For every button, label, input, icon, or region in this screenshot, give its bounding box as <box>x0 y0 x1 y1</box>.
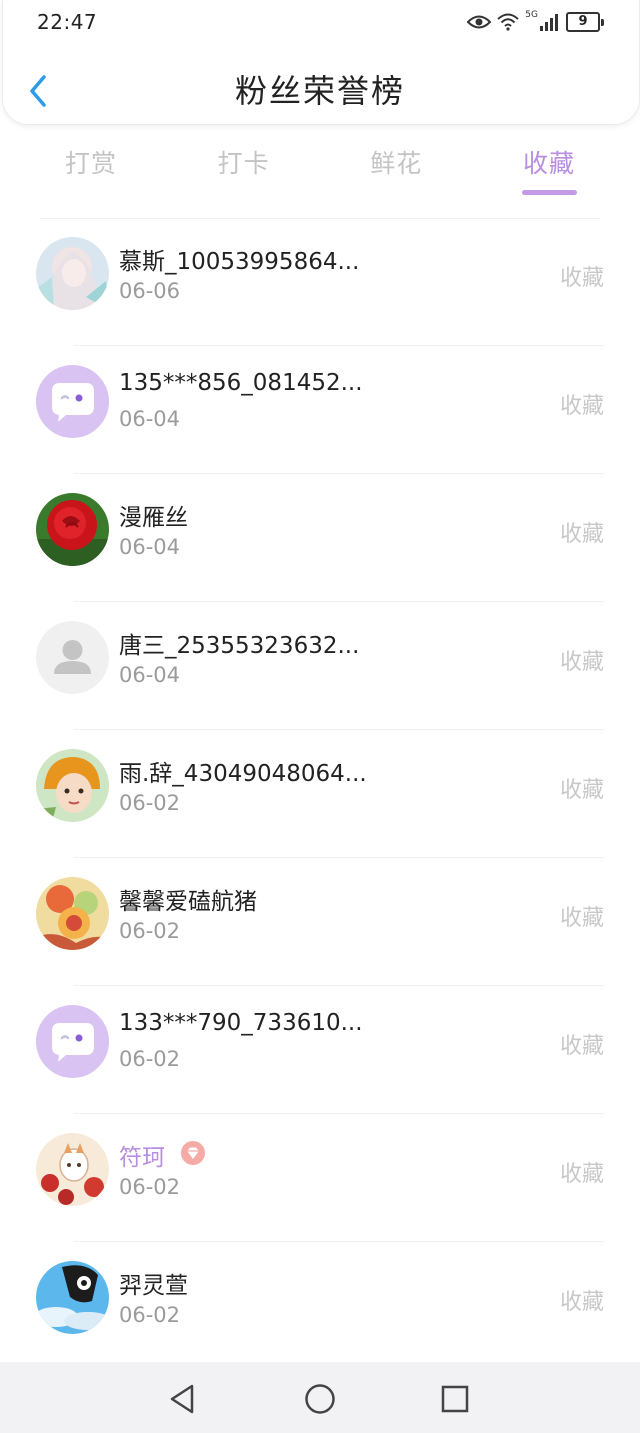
tab-favorites[interactable]: 收藏 <box>494 136 604 206</box>
fan-date: 06-02 <box>119 919 181 943</box>
tab-bar: 打赏 打卡 鲜花 收藏 <box>36 136 604 206</box>
sky-panda-avatar[interactable] <box>36 1261 109 1334</box>
fan-name: 馨馨爱磕航猪 <box>119 889 257 915</box>
status-icons: 5G 9 <box>467 8 604 36</box>
list-item[interactable]: 漫雁丝 06-04 收藏 <box>0 474 640 602</box>
favorite-action[interactable]: 收藏 <box>560 1284 604 1316</box>
list-item[interactable]: 符珂 06-02 收藏 <box>0 1114 640 1242</box>
anime-girl-avatar[interactable] <box>36 237 109 310</box>
fan-name: 雨.辞_43049048064... <box>119 761 367 787</box>
list-item[interactable]: 135***856_081452... 06-04 收藏 <box>0 346 640 474</box>
recents-square-icon[interactable] <box>438 1382 472 1416</box>
home-circle-icon[interactable] <box>303 1382 337 1416</box>
list-item[interactable]: 羿灵萱 06-02 收藏 <box>0 1242 640 1370</box>
tab-label: 鲜花 <box>370 149 423 178</box>
tab-tips[interactable]: 打赏 <box>36 136 146 206</box>
fan-date: 06-02 <box>119 1303 181 1327</box>
tab-label: 打卡 <box>217 149 270 178</box>
tab-label: 收藏 <box>522 149 575 178</box>
fan-name: 漫雁丝 <box>119 505 188 531</box>
active-tab-indicator <box>521 190 577 195</box>
fan-list: 慕斯_10053995864... 06-06 收藏 135***856_081… <box>0 218 640 1370</box>
eye-icon <box>467 14 492 30</box>
favorite-action[interactable]: 收藏 <box>560 900 604 932</box>
fan-date: 06-02 <box>119 1047 181 1071</box>
favorite-action[interactable]: 收藏 <box>560 1156 604 1188</box>
default-chat-avatar[interactable] <box>36 1005 109 1078</box>
fan-name: 羿灵萱 <box>119 1273 188 1299</box>
battery-level: 9 <box>566 12 600 32</box>
network-label: 5G <box>525 10 538 20</box>
tab-checkin[interactable]: 打卡 <box>189 136 299 206</box>
tab-label: 打赏 <box>64 149 117 178</box>
rose-avatar[interactable] <box>36 493 109 566</box>
vip-gem-icon <box>180 1140 206 1172</box>
fan-name-text: 符珂 <box>119 1145 165 1171</box>
fan-name: 133***790_733610... <box>119 1010 363 1036</box>
fan-date: 06-04 <box>119 535 181 559</box>
red-flower-illustration-avatar[interactable] <box>36 1133 109 1206</box>
colorful-art-avatar[interactable] <box>36 877 109 950</box>
battery-icon: 9 <box>566 12 604 32</box>
wifi-icon <box>497 13 519 31</box>
person-placeholder-avatar[interactable] <box>36 621 109 694</box>
list-item[interactable]: 慕斯_10053995864... 06-06 收藏 <box>0 218 640 346</box>
system-nav-bar <box>0 1362 640 1433</box>
fan-name: 符珂 <box>119 1138 206 1175</box>
fan-name: 唐三_25355323632... <box>119 633 360 659</box>
fan-date: 06-02 <box>119 791 181 815</box>
favorite-action[interactable]: 收藏 <box>560 260 604 292</box>
cartoon-girl-avatar[interactable] <box>36 749 109 822</box>
list-item[interactable]: 133***790_733610... 06-02 收藏 <box>0 986 640 1114</box>
back-triangle-icon[interactable] <box>166 1382 200 1416</box>
list-item[interactable]: 唐三_25355323632... 06-04 收藏 <box>0 602 640 730</box>
status-bar: 22:47 5G 9 <box>0 0 640 44</box>
favorite-action[interactable]: 收藏 <box>560 516 604 548</box>
fan-date: 06-04 <box>119 663 181 687</box>
tab-flowers[interactable]: 鲜花 <box>341 136 451 206</box>
fan-date: 06-06 <box>119 279 181 303</box>
list-item[interactable]: 馨馨爱磕航猪 06-02 收藏 <box>0 858 640 986</box>
default-chat-avatar[interactable] <box>36 365 109 438</box>
favorite-action[interactable]: 收藏 <box>560 644 604 676</box>
favorite-action[interactable]: 收藏 <box>560 772 604 804</box>
favorite-action[interactable]: 收藏 <box>560 388 604 420</box>
fan-date: 06-02 <box>119 1175 181 1199</box>
fan-name: 慕斯_10053995864... <box>119 249 360 275</box>
fan-date: 06-04 <box>119 407 181 431</box>
fan-name: 135***856_081452... <box>119 370 363 396</box>
signal-icon <box>540 13 560 31</box>
favorite-action[interactable]: 收藏 <box>560 1028 604 1060</box>
status-time: 22:47 <box>37 10 98 34</box>
page-title: 粉丝荣誉榜 <box>234 72 405 110</box>
list-item[interactable]: 雨.辞_43049048064... 06-02 收藏 <box>0 730 640 858</box>
